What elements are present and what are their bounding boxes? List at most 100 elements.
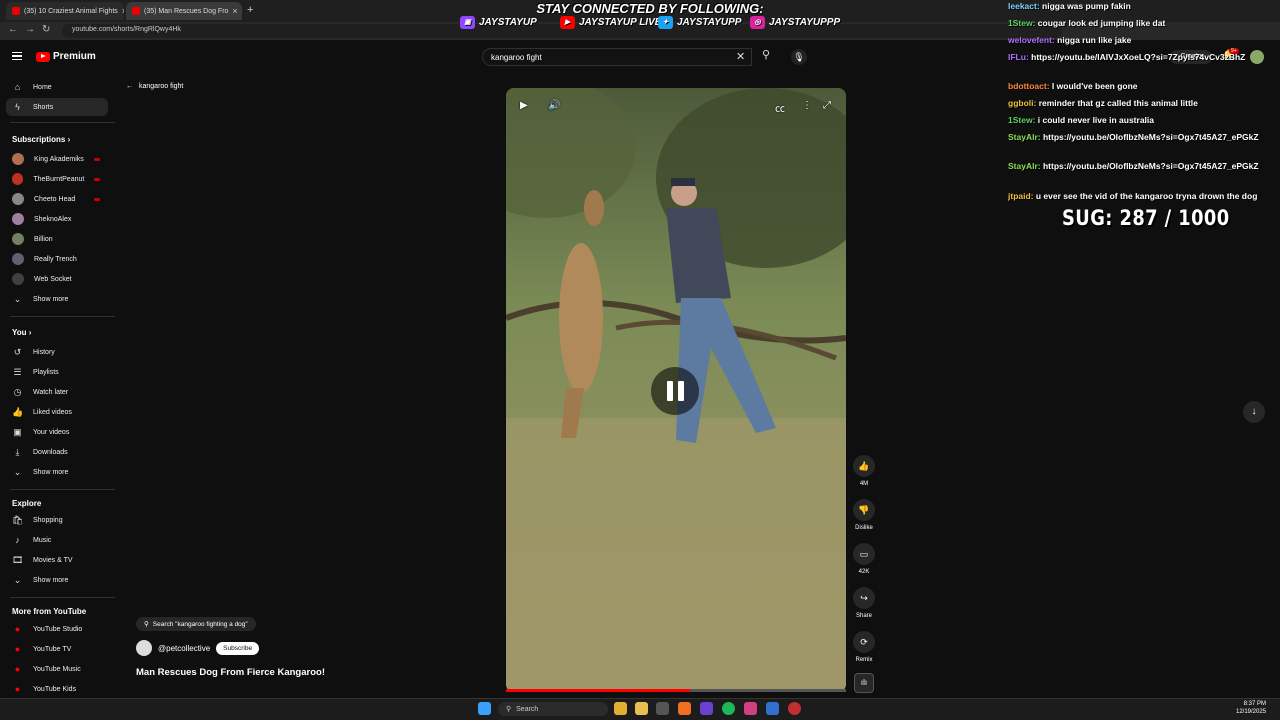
next-short-arrow-icon[interactable]: ↓	[1243, 401, 1265, 423]
terminal-icon[interactable]	[656, 702, 669, 715]
captions-icon[interactable]: ㏄	[775, 100, 785, 115]
reload-icon[interactable]: ↻	[42, 24, 50, 35]
chat-text: https://youtu.be/lAIVJxXoeLQ?si=7ZpyIs74…	[1031, 52, 1246, 62]
channel-avatar[interactable]	[136, 640, 152, 656]
channel-avatar	[12, 193, 24, 205]
sidebar-item-liked-videos[interactable]: 👍 Liked videos	[6, 403, 108, 421]
clear-search-icon[interactable]: ✕	[736, 50, 745, 63]
taskbar-search-label: Search	[516, 705, 539, 713]
film-icon: 🎞	[12, 554, 24, 565]
sidebar-item-shopping[interactable]: 🛍 Shopping	[6, 511, 108, 529]
sidebar-item-subscription[interactable]: Really Trench	[6, 250, 108, 268]
share-button[interactable]: ↪ Share	[850, 587, 878, 619]
chat-message: StayAlr: https://youtu.be/OloflbzNeMs?si…	[1008, 132, 1280, 143]
sidebar-item-movies-tv[interactable]: 🎞 Movies & TV	[6, 551, 108, 569]
sidebar-item-watch-later[interactable]: ◷ Watch later	[6, 383, 108, 401]
sidebar-item-subscription[interactable]: TheBurntPeanut	[6, 170, 108, 188]
edge-icon[interactable]	[766, 702, 779, 715]
chat-username: IFLu:	[1008, 52, 1029, 62]
fullscreen-icon[interactable]: ⤢	[823, 100, 831, 111]
sidebar-item-playlists[interactable]: ☰ Playlists	[6, 363, 108, 381]
search-input[interactable]: kangaroo fight	[482, 48, 752, 66]
subscriptions-heading[interactable]: Subscriptions ›	[12, 135, 70, 144]
chevron-right-icon: ›	[67, 135, 71, 144]
sidebar-item-youtube-music[interactable]: ● YouTube Music	[6, 660, 108, 678]
chat-text: reminder that gz called this animal litt…	[1038, 98, 1198, 108]
taskbar-clock[interactable]: 8:37 PM 12/19/2025	[1236, 700, 1266, 716]
browser-tab[interactable]: (35) 10 Craziest Animal Fights ×	[6, 2, 124, 20]
chat-username: StayAlr:	[1008, 132, 1041, 142]
sidebar-item-youtube-kids[interactable]: ● YouTube Kids	[6, 680, 108, 698]
sidebar-item-label: Your videos	[33, 428, 70, 436]
sidebar-item-subscription[interactable]: Billion	[6, 230, 108, 248]
sidebar-item-subscription[interactable]: Cheeto Head	[6, 190, 108, 208]
close-icon[interactable]: ×	[232, 6, 237, 16]
channel-avatar	[12, 173, 24, 185]
subscribe-button[interactable]: Subscribe	[216, 641, 260, 655]
sidebar-item-your-videos[interactable]: ▣ Your videos	[6, 423, 108, 441]
vlc-icon[interactable]	[678, 702, 691, 715]
sound-wave-icon[interactable]: ılı	[854, 673, 874, 693]
tab-title: (35) 10 Craziest Animal Fights	[24, 7, 118, 15]
search-button[interactable]: ⚲	[756, 48, 776, 66]
discord-icon[interactable]	[700, 702, 713, 715]
download-icon: ⤓	[15, 446, 20, 457]
divider	[10, 316, 115, 317]
youtube-play-logo-icon	[36, 51, 50, 62]
chat-text: https://youtu.be/OloflbzNeMs?si=Ogx7t45A…	[1042, 161, 1259, 171]
sidebar-item-music[interactable]: ♪ Music	[6, 531, 108, 549]
new-tab-icon[interactable]: +	[247, 4, 253, 16]
obs-icon[interactable]	[788, 702, 801, 715]
photos-icon[interactable]	[744, 702, 757, 715]
like-button[interactable]: 👍 4M	[850, 455, 878, 487]
sug-counter: SUG: 287 / 1000	[1062, 206, 1230, 230]
taskbar-search[interactable]: ⚲ Search	[498, 702, 608, 716]
file-explorer-icon[interactable]	[635, 702, 648, 715]
sidebar-item-show-more[interactable]: ⌄ Show more	[6, 463, 108, 481]
sidebar-item-subscription[interactable]: SheknoAlex	[6, 210, 108, 228]
related-search-chip[interactable]: ⚲ Search "kangaroo fighting a dog"	[136, 617, 256, 631]
hamburger-menu-icon[interactable]	[12, 52, 22, 60]
channel-handle[interactable]: @petcollective	[158, 644, 210, 653]
back-arrow-icon[interactable]: ←	[8, 24, 18, 35]
shorts-back-button[interactable]: ← kangaroo fight	[126, 83, 183, 90]
spotify-icon[interactable]	[722, 702, 735, 715]
remix-button[interactable]: ⟳ Remix	[850, 631, 878, 663]
volume-icon[interactable]: 🔊	[548, 100, 560, 111]
sidebar-item-shorts[interactable]: ϟ Shorts	[6, 98, 108, 116]
youtube-logo[interactable]: Premium	[36, 51, 96, 62]
social-instagram: ◎ JAYSTAYUPPP	[750, 14, 840, 30]
sidebar-item-label: Movies & TV	[33, 556, 73, 564]
dislike-button[interactable]: 👎 Dislike	[850, 499, 878, 531]
sidebar-item-downloads[interactable]: ⤓ Downloads	[6, 443, 108, 461]
sidebar-item-subscription[interactable]: Web Socket	[6, 270, 108, 288]
windows-start-icon[interactable]	[478, 702, 491, 715]
you-heading[interactable]: You ›	[12, 328, 31, 337]
chat-username: StayAlr:	[1008, 161, 1041, 171]
comments-button[interactable]: ▭ 42K	[850, 543, 878, 575]
more-options-icon[interactable]: ⋮	[802, 100, 812, 111]
sidebar-item-history[interactable]: ↺ History	[6, 343, 108, 361]
youtube-music-icon: ●	[14, 664, 21, 674]
play-icon[interactable]: ▶	[520, 100, 528, 111]
channel-name: Web Socket	[34, 275, 72, 283]
sidebar-item-subscription[interactable]: King Akademiks	[6, 150, 108, 168]
microphone-icon[interactable]: 🎙	[791, 49, 807, 65]
browser-tab-active[interactable]: (35) Man Rescues Dog Fro ×	[126, 2, 242, 20]
sidebar-item-label: Show more	[33, 468, 69, 476]
sidebar-item-home[interactable]: ⌂ Home	[6, 78, 108, 96]
chevron-down-icon: ⌄	[13, 574, 22, 585]
chat-message: welovefent: nigga run like jake	[1008, 35, 1280, 46]
sidebar-item-show-more[interactable]: ⌄ Show more	[6, 290, 108, 308]
close-icon[interactable]: ×	[122, 6, 124, 16]
sidebar-item-youtube-tv[interactable]: ● YouTube TV	[6, 640, 108, 658]
share-icon: ↪	[853, 587, 875, 609]
channel-avatar	[12, 253, 24, 265]
forward-arrow-icon[interactable]: →	[25, 24, 35, 35]
playlists-icon: ☰	[13, 366, 22, 377]
chrome-icon[interactable]	[614, 702, 627, 715]
pause-icon[interactable]	[651, 367, 699, 415]
channel-avatar	[12, 273, 24, 285]
sidebar-item-youtube-studio[interactable]: ● YouTube Studio	[6, 620, 108, 638]
sidebar-item-show-more[interactable]: ⌄ Show more	[6, 571, 108, 589]
